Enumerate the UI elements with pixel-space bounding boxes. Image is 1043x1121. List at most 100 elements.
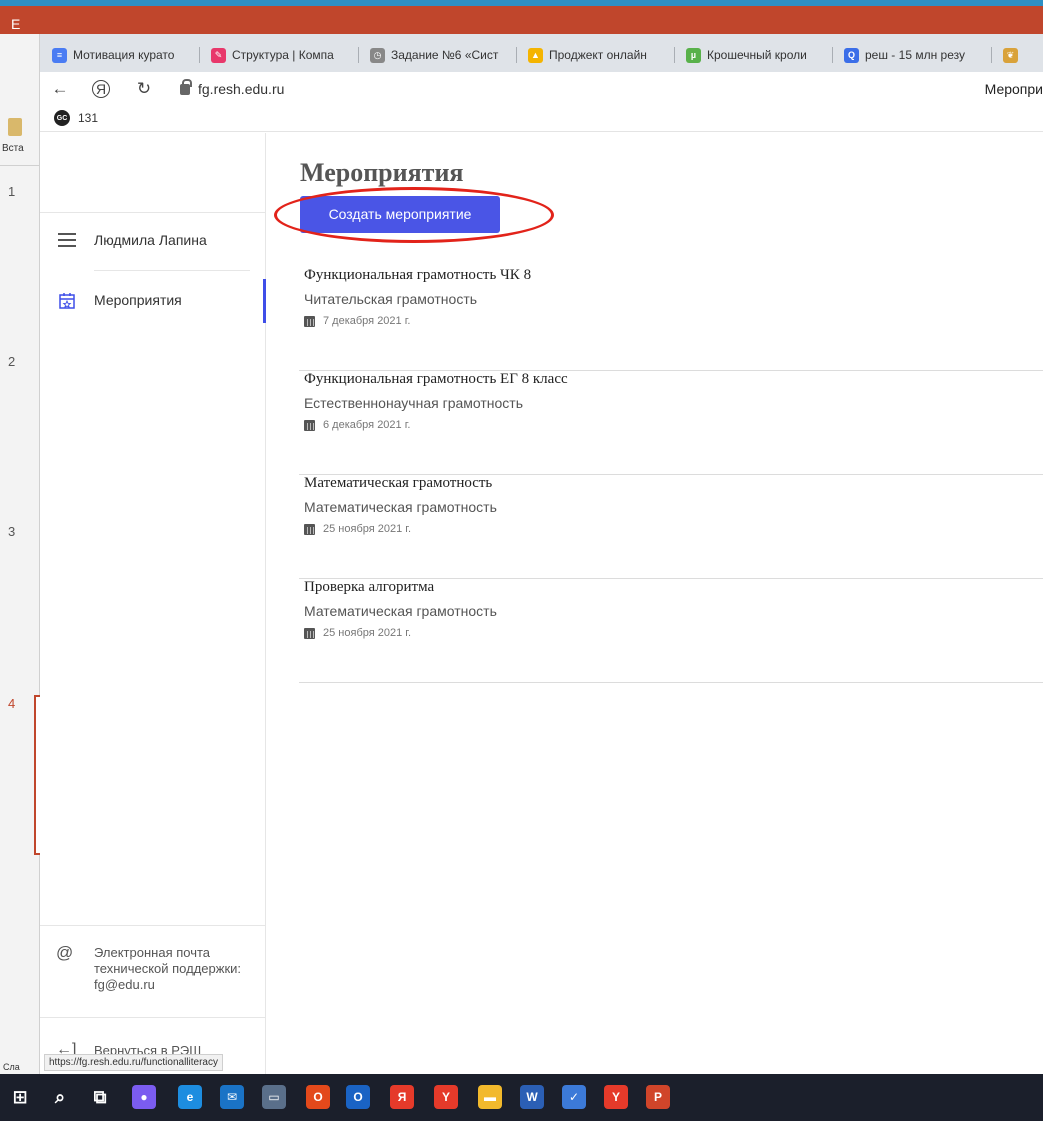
torrent-icon: µ bbox=[686, 47, 701, 63]
event-date-text: 25 ноября 2021 г. bbox=[323, 627, 411, 639]
calendar-icon bbox=[304, 315, 315, 327]
browser-tab[interactable]: ≡ Мотивация курато bbox=[44, 40, 200, 70]
slide-number[interactable]: 3 bbox=[8, 524, 15, 539]
sidebar-user[interactable]: Людмила Лапина bbox=[56, 229, 207, 251]
back-arrow-icon[interactable]: ← bbox=[50, 79, 70, 99]
browser-window: ≡ Мотивация курато ✎ Структура | Компа ◷ Зада… bbox=[40, 34, 1043, 1074]
edge-icon[interactable]: e bbox=[178, 1085, 202, 1109]
file-explorer-icon[interactable]: ▬ bbox=[478, 1085, 502, 1109]
drive-icon: ▲ bbox=[528, 47, 543, 63]
event-date-text: 25 ноября 2021 г. bbox=[323, 523, 411, 535]
event-date: 25 ноября 2021 г. bbox=[304, 627, 411, 639]
tab-separator bbox=[674, 47, 675, 63]
event-date-text: 6 декабря 2021 г. bbox=[323, 419, 411, 431]
yandex-icon[interactable]: Я bbox=[92, 80, 110, 98]
paste-icon[interactable] bbox=[8, 118, 22, 136]
tab-separator bbox=[832, 47, 833, 63]
sidebar: Людмила Лапина Мероприятия @ Электронная… bbox=[40, 133, 266, 1074]
address-bar: ← Я ↻ fg.resh.edu.ru Меропри bbox=[40, 72, 1043, 106]
tab-label: Задание №6 «Сист bbox=[391, 48, 499, 62]
sidebar-item-label: Мероприятия bbox=[94, 292, 182, 308]
at-icon: @ bbox=[56, 943, 74, 962]
sidebar-divider bbox=[94, 270, 250, 271]
event-date: 6 декабря 2021 г. bbox=[304, 419, 410, 431]
browser-tab[interactable]: ❦ bbox=[995, 40, 1043, 70]
url-text: fg.resh.edu.ru bbox=[198, 81, 285, 97]
event-date: 25 ноября 2021 г. bbox=[304, 523, 411, 535]
event-title[interactable]: Математическая грамотность bbox=[304, 475, 492, 492]
tab-label: Проджект онлайн bbox=[549, 48, 647, 62]
browser-tab[interactable]: µ Крошечный кроли bbox=[678, 40, 833, 70]
slide-number[interactable]: 1 bbox=[8, 184, 15, 199]
link-preview-status: https://fg.resh.edu.ru/functionalliterac… bbox=[44, 1054, 223, 1071]
bookmark-item[interactable]: GC 131 bbox=[54, 110, 98, 126]
tab-separator bbox=[516, 47, 517, 63]
tab-label: Крошечный кроли bbox=[707, 48, 807, 62]
powerpoint-icon[interactable]: P bbox=[646, 1085, 670, 1109]
tab-separator bbox=[199, 47, 200, 63]
desktop-strip bbox=[0, 0, 1043, 6]
page-title: Мероприятия bbox=[300, 158, 464, 187]
url-field[interactable]: fg.resh.edu.ru bbox=[180, 78, 284, 100]
event-item[interactable]: Математическая грамотность Математическая… bbox=[299, 475, 1043, 579]
support-email[interactable]: @ Электронная почта технической поддержк… bbox=[56, 943, 254, 993]
event-date: 7 декабря 2021 г. bbox=[304, 315, 410, 327]
browser-tab[interactable]: ▲ Проджект онлайн bbox=[520, 40, 675, 70]
event-subject: Математическая грамотность bbox=[304, 603, 497, 619]
office-icon[interactable]: O bbox=[306, 1085, 330, 1109]
main-content: Мероприятия Создать мероприятие Функцион… bbox=[266, 133, 1043, 1074]
search-icon[interactable]: ⌕ bbox=[48, 1085, 72, 1109]
powerpoint-letter: E bbox=[11, 16, 21, 32]
outlook-icon[interactable]: O bbox=[346, 1085, 370, 1109]
event-item[interactable]: Проверка алгоритма Математическая грамотн… bbox=[299, 579, 1043, 683]
tab-separator bbox=[991, 47, 992, 63]
tab-label: реш - 15 млн резу bbox=[865, 48, 965, 62]
event-title[interactable]: Проверка алгоритма bbox=[304, 579, 434, 596]
highlight-annotation bbox=[274, 187, 554, 243]
browser-tab[interactable]: Qреш - 15 млн резу bbox=[836, 40, 992, 70]
calendar-icon bbox=[304, 627, 315, 639]
windows-taskbar: ⊞ ⌕ ⧉ ● e ✉ ▭ O O Я Y ▬ W ✓ Y P bbox=[0, 1074, 1043, 1121]
word-icon[interactable]: W bbox=[520, 1085, 544, 1109]
event-item[interactable]: Функциональная грамотность ЕГ 8 класс Ест… bbox=[299, 371, 1043, 475]
scanner-icon[interactable]: ▭ bbox=[262, 1085, 286, 1109]
tab-separator bbox=[358, 47, 359, 63]
yandex-browser-icon-2[interactable]: Y bbox=[604, 1085, 628, 1109]
windows-start-icon[interactable]: ⊞ bbox=[8, 1085, 32, 1109]
calendar-icon bbox=[304, 523, 315, 535]
slide-number[interactable]: 2 bbox=[8, 354, 15, 369]
support-text: Электронная почта технической поддержки:… bbox=[94, 945, 242, 992]
browser-tab[interactable]: ✎ Структура | Компа bbox=[203, 40, 359, 70]
sidebar-item-events[interactable]: Мероприятия bbox=[56, 289, 182, 311]
reload-icon[interactable]: ↻ bbox=[134, 79, 154, 99]
event-title[interactable]: Функциональная грамотность ЧК 8 bbox=[304, 267, 531, 284]
tab-bar: ≡ Мотивация курато ✎ Структура | Компа ◷ Зада… bbox=[40, 34, 1043, 72]
page-title-label: Меропри bbox=[984, 81, 1043, 97]
yandex-browser-icon[interactable]: Y bbox=[434, 1085, 458, 1109]
lock-icon bbox=[180, 78, 192, 95]
event-item[interactable]: Функциональная грамотность ЧК 8 Читательс… bbox=[299, 267, 1043, 371]
task-view-icon[interactable]: ⧉ bbox=[88, 1085, 112, 1109]
event-title[interactable]: Функциональная грамотность ЕГ 8 класс bbox=[304, 371, 568, 388]
sidebar-divider bbox=[40, 925, 266, 926]
calendar-star-icon bbox=[56, 289, 78, 311]
yandex-icon[interactable]: Я bbox=[390, 1085, 414, 1109]
user-name: Людмила Лапина bbox=[94, 232, 207, 248]
calendar-icon bbox=[304, 419, 315, 431]
clock-icon: ◷ bbox=[370, 47, 385, 63]
sidebar-divider bbox=[40, 212, 266, 213]
bookmark-label: 131 bbox=[78, 111, 99, 125]
bookmarks-bar: GC 131 bbox=[40, 106, 1043, 132]
alice-icon[interactable]: ● bbox=[132, 1085, 156, 1109]
paste-label: Вста bbox=[2, 143, 24, 154]
doc-icon: ≡ bbox=[52, 47, 67, 63]
menu-icon[interactable] bbox=[56, 229, 78, 251]
eagle-icon: ❦ bbox=[1003, 47, 1018, 63]
sidebar-divider bbox=[40, 1017, 266, 1018]
mail-icon[interactable]: ✉ bbox=[220, 1085, 244, 1109]
tab-label: Мотивация курато bbox=[73, 48, 175, 62]
search-icon: Q bbox=[844, 47, 859, 63]
slide-number[interactable]: 4 bbox=[8, 696, 15, 711]
wolfram-icon[interactable]: ✓ bbox=[562, 1085, 586, 1109]
browser-tab[interactable]: ◷ Задание №6 «Сист bbox=[362, 40, 517, 70]
